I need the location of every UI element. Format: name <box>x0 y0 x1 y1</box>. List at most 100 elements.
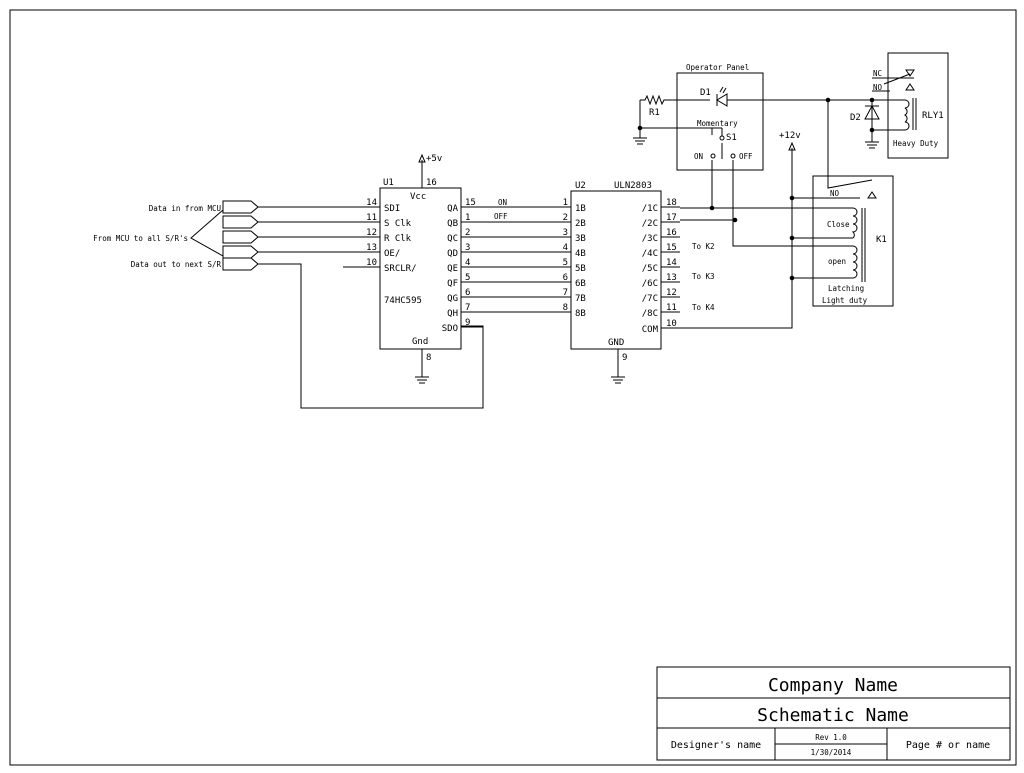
u2-pin-name: COM <box>642 325 659 335</box>
u2-pin-name: 1B <box>575 204 586 214</box>
sheet-border <box>9 9 1017 766</box>
u1-pin-name: QE <box>447 264 458 274</box>
u2-pin-number: 4 <box>563 243 568 253</box>
u2-pin-name: /5C <box>642 264 658 274</box>
data-in-label: Data in from MCU <box>149 204 221 213</box>
u1-pin-name: QG <box>447 294 458 304</box>
u1-pin-name: QB <box>447 219 458 229</box>
on-net-label: ON <box>498 198 507 207</box>
coil-icon <box>852 245 858 279</box>
rly1-nc-label: NC <box>873 69 882 78</box>
schematic-sheet: U1 Vcc 16 +5v 74HC595 Gnd 8 14SDI11S Clk… <box>9 9 1017 766</box>
u1-pin-name: SDI <box>384 204 400 214</box>
u2-pin-number: 7 <box>563 288 568 298</box>
u2-pin-number: 2 <box>563 213 568 223</box>
ground-icon <box>611 376 625 384</box>
u2-pin-name: 7B <box>575 294 586 304</box>
u1-pin-name: QF <box>447 279 458 289</box>
ground-icon <box>633 137 647 145</box>
u1-pin-name: QC <box>447 234 458 244</box>
r1-label: R1 <box>649 108 660 118</box>
u2-pin-name: 8B <box>575 309 586 319</box>
to-k3-label: To K3 <box>692 272 715 281</box>
u2-pin-name: 6B <box>575 279 586 289</box>
schematic-name: Schematic Name <box>757 705 909 726</box>
u2-pin-name: 2B <box>575 219 586 229</box>
u2-pin-name: /7C <box>642 294 658 304</box>
led-icon <box>716 86 728 107</box>
company-name: Company Name <box>768 675 898 696</box>
from-mcu-label: From MCU to all S/R's <box>93 234 188 243</box>
u2-uln2803: U2 ULN2803 GND 9 1 1B 2 2B 3 3B 4 4B 5 5B 6 6B 7 7B 88… <box>563 181 680 384</box>
on-label: ON <box>694 152 703 161</box>
diode-icon <box>864 100 880 142</box>
u1-pin-number: 11 <box>366 213 377 223</box>
u2-pin-number: 10 <box>666 319 677 329</box>
connector-flag <box>222 215 259 229</box>
u2-pin-number: 17 <box>666 213 677 223</box>
data-out-label: Data out to next S/R <box>131 260 222 269</box>
coil-icon <box>851 207 858 239</box>
to-k4-label: To K4 <box>692 303 715 312</box>
connector-flag <box>222 230 259 244</box>
u2-pin-number: 13 <box>666 273 677 283</box>
u1-pin-number: 5 <box>465 273 470 283</box>
contact-icon <box>867 191 877 199</box>
u2-pin-name: /2C <box>642 219 658 229</box>
connector-flag <box>222 245 259 259</box>
u2-pin-name: 3B <box>575 234 586 244</box>
page-name: Page # or name <box>906 740 990 751</box>
k1-no-label: NO <box>830 189 840 198</box>
u2-pin-number: 8 <box>563 303 568 313</box>
k1-desc2: Light duty <box>822 296 868 305</box>
u2-pin-number: 18 <box>666 198 677 208</box>
u2-pin-name: /4C <box>642 249 658 259</box>
u1-part: 74HC595 <box>384 296 422 306</box>
v12-label: +12v <box>779 131 801 141</box>
u2-pin-number: 16 <box>666 228 677 238</box>
coil-icon <box>903 99 910 131</box>
u2-pin-name: 5B <box>575 264 586 274</box>
u2-pin-number: 15 <box>666 243 677 253</box>
u2-pin-number: 14 <box>666 258 677 268</box>
u1-pin-number: 15 <box>465 198 476 208</box>
k1-ref: K1 <box>876 235 887 245</box>
u2-part: ULN2803 <box>614 181 652 191</box>
k1-close-label: Close <box>827 220 850 229</box>
u1-pin-number: 1 <box>465 213 470 223</box>
u1-vcc-label: Vcc <box>410 192 426 202</box>
u1-pin-name: QH <box>447 309 458 319</box>
k1-latching-relay: NO Close open K1 Latching Light duty <box>812 100 894 307</box>
u1-pin-number: 12 <box>366 228 377 238</box>
u1-pin-name: QD <box>447 249 458 259</box>
rly1-desc: Heavy Duty <box>893 139 939 148</box>
u2-pin-number: 11 <box>666 303 677 313</box>
revision: Rev 1.0 <box>815 733 847 742</box>
off-label: OFF <box>739 152 753 161</box>
u2-pin-name: /1C <box>642 204 658 214</box>
ground-icon <box>865 141 879 149</box>
u1-supply: +5v <box>426 154 442 164</box>
u1-pin-name: SRCLR/ <box>384 264 417 274</box>
off-net-label: OFF <box>494 212 508 221</box>
s1-label: S1 <box>726 133 737 143</box>
u1-pin-name: SDO <box>442 324 458 334</box>
u2-pin-number: 12 <box>666 288 677 298</box>
connector-flag <box>222 257 259 271</box>
u1-pin-name: OE/ <box>384 249 400 259</box>
u1-pin-number: 14 <box>366 198 377 208</box>
to-k2-label: To K2 <box>692 242 715 251</box>
rly1-ref: RLY1 <box>922 111 944 121</box>
ground-icon <box>415 376 429 384</box>
u1-pin-number: 4 <box>465 258 470 268</box>
u1-gnd-label: Gnd <box>412 337 428 347</box>
u1-pin-name: R Clk <box>384 234 412 244</box>
d2-label: D2 <box>850 113 861 123</box>
switch-type-label: Momentary <box>697 119 738 128</box>
u1-gnd-pin: 8 <box>426 353 431 363</box>
u2-gnd-pin: 9 <box>622 353 627 363</box>
u1-74hc595: U1 Vcc 16 +5v 74HC595 Gnd 8 14SDI11S Clk… <box>258 153 571 384</box>
operator-panel: Operator Panel R1 D1 Momentary S1 ON OFF <box>633 63 905 171</box>
d1-label: D1 <box>700 88 711 98</box>
u1-pin-number: 10 <box>366 258 377 268</box>
